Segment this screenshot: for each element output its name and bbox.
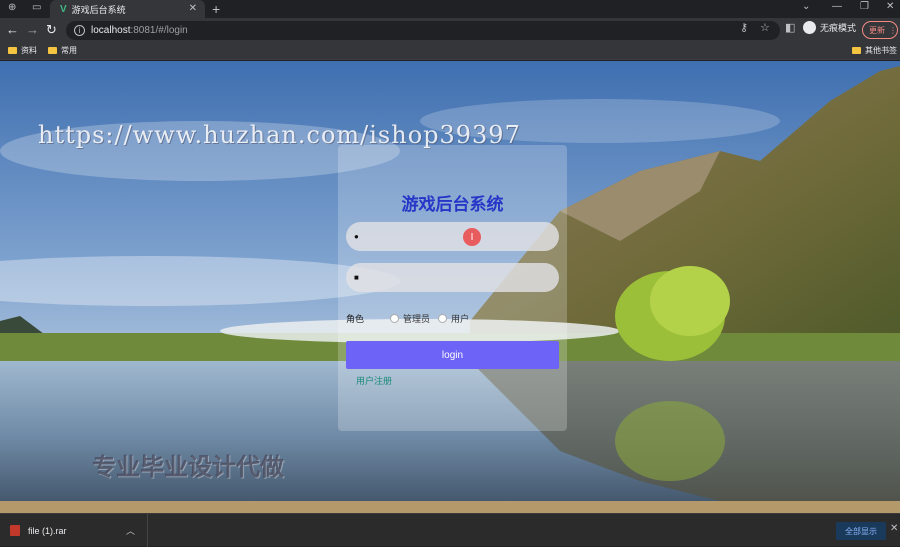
vue-logo-icon: V bbox=[60, 3, 67, 15]
browser-globe-icon[interactable]: ⊕ bbox=[8, 2, 16, 13]
role-option-label: 管理员 bbox=[403, 313, 431, 324]
update-label: 更新 bbox=[869, 25, 885, 35]
url-host: localhost bbox=[91, 25, 131, 36]
forward-icon[interactable]: → bbox=[26, 22, 39, 37]
browser-tab-bar: ⊕ ▭ V 游戏后台系统 ✕ + ⌄ — ❐ ✕ bbox=[0, 0, 900, 18]
password-field[interactable]: ■ bbox=[346, 263, 559, 292]
show-all-downloads-button[interactable]: 全部显示 bbox=[836, 522, 886, 540]
url-path: :8081/#/login bbox=[130, 25, 188, 36]
role-option-admin[interactable]: 管理员 bbox=[390, 312, 430, 325]
page-viewport: https://www.huzhan.com/ishop39397 专业毕业设计… bbox=[0, 61, 900, 513]
incognito-avatar-icon bbox=[803, 21, 816, 34]
radio-button[interactable] bbox=[438, 313, 448, 323]
archive-file-icon bbox=[10, 525, 20, 536]
login-title: 游戏后台系统 bbox=[401, 195, 504, 214]
download-bar: file (1).rar ︿ 全部显示 ✕ bbox=[0, 513, 900, 547]
login-button[interactable]: login bbox=[346, 341, 559, 369]
password-key-icon[interactable]: ⚷ bbox=[740, 21, 748, 34]
role-selector: 角色 管理员 用户 bbox=[346, 311, 559, 325]
update-button[interactable]: 更新 ⋮ bbox=[862, 21, 898, 39]
incognito-label: 无痕模式 bbox=[820, 23, 857, 33]
address-bar[interactable]: i localhost:8081/#/login bbox=[66, 21, 780, 40]
register-link[interactable]: 用户注册 bbox=[356, 374, 392, 387]
role-option-label: 用户 bbox=[451, 313, 470, 324]
mouse-cursor-indicator: I bbox=[463, 228, 481, 246]
folder-icon bbox=[8, 47, 17, 54]
bookmark-label: 常用 bbox=[61, 46, 77, 55]
role-option-user[interactable]: 用户 bbox=[438, 312, 469, 325]
menu-dots-icon[interactable]: ⋮ bbox=[889, 26, 897, 35]
back-icon[interactable]: ← bbox=[6, 22, 19, 37]
bookmark-star-icon[interactable]: ☆ bbox=[760, 21, 770, 34]
user-icon: ● bbox=[354, 232, 359, 241]
reload-icon[interactable]: ↻ bbox=[46, 22, 57, 38]
password-input[interactable] bbox=[366, 267, 546, 288]
radio-button[interactable] bbox=[390, 313, 400, 323]
download-item[interactable]: file (1).rar ︿ bbox=[0, 514, 148, 547]
restore-icon[interactable]: ❐ bbox=[860, 1, 869, 12]
window-close-icon[interactable]: ✕ bbox=[886, 1, 894, 12]
lock-icon: ■ bbox=[354, 273, 359, 282]
role-label: 角色 bbox=[346, 313, 365, 324]
folder-icon bbox=[852, 47, 861, 54]
tab-search-icon[interactable]: ▭ bbox=[32, 2, 41, 13]
folder-icon bbox=[48, 47, 57, 54]
browser-tab[interactable]: V 游戏后台系统 ✕ bbox=[50, 0, 205, 18]
username-field[interactable]: ● I bbox=[346, 222, 559, 251]
incognito-indicator[interactable]: 无痕模式 bbox=[803, 21, 856, 34]
other-bookmarks[interactable]: 其他书签 bbox=[852, 45, 897, 56]
bookmark-folder-1[interactable]: 资料 bbox=[8, 45, 37, 56]
side-panel-icon[interactable]: ◧ bbox=[785, 21, 795, 34]
username-input[interactable] bbox=[366, 226, 546, 247]
download-file-name: file (1).rar bbox=[28, 525, 67, 536]
site-info-icon[interactable]: i bbox=[74, 25, 85, 36]
new-tab-button[interactable]: + bbox=[212, 1, 220, 17]
watermark-ad: 专业毕业设计代做 bbox=[92, 454, 284, 481]
bookmarks-bar: 资料 常用 其他书签 bbox=[0, 42, 900, 60]
bookmark-label: 资料 bbox=[21, 46, 37, 55]
other-bookmarks-label: 其他书签 bbox=[865, 46, 897, 55]
download-bar-close-icon[interactable]: ✕ bbox=[890, 523, 898, 534]
login-panel: 游戏后台系统 ● I ■ 角色 管理员 用户 login 用户注册 bbox=[338, 145, 567, 431]
tab-close-icon[interactable]: ✕ bbox=[189, 3, 197, 14]
chevron-up-icon[interactable]: ︿ bbox=[126, 524, 135, 537]
browser-toolbar: ← → ↻ i localhost:8081/#/login ⚷ ☆ ◧ 无痕模… bbox=[0, 18, 900, 42]
tab-list-chevron-icon[interactable]: ⌄ bbox=[802, 1, 810, 12]
bookmark-folder-2[interactable]: 常用 bbox=[48, 45, 77, 56]
tab-title: 游戏后台系统 bbox=[71, 4, 126, 15]
minimize-icon[interactable]: — bbox=[832, 1, 842, 12]
